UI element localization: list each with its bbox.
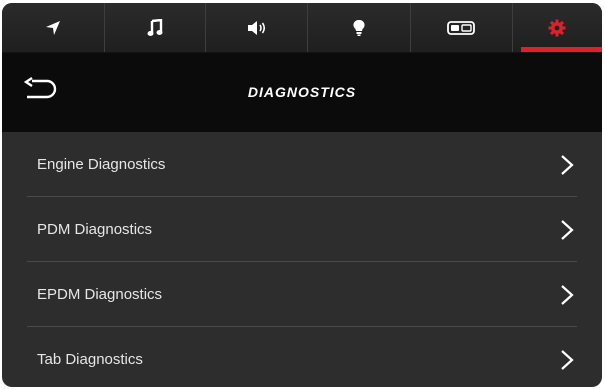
tab-music[interactable] xyxy=(105,3,207,52)
menu-item-engine-diagnostics[interactable]: Engine Diagnostics xyxy=(2,132,602,197)
menu-item-label: Tab Diagnostics xyxy=(37,351,143,368)
speaker-volume-icon xyxy=(245,16,269,40)
navigation-arrow-icon xyxy=(41,16,65,40)
page-title: DIAGNOSTICS xyxy=(247,84,357,100)
menu-item-pdm-diagnostics[interactable]: PDM Diagnostics xyxy=(2,197,602,262)
diagnostics-screen: DIAGNOSTICS Engine Diagnostics PDM Diagn… xyxy=(2,3,602,387)
tab-audio[interactable] xyxy=(206,3,309,52)
chevron-right-icon xyxy=(560,284,574,306)
tab-navigation[interactable] xyxy=(2,3,106,52)
tab-lights[interactable] xyxy=(308,3,411,52)
active-tab-indicator xyxy=(520,47,602,52)
menu-item-label: Engine Diagnostics xyxy=(37,156,166,173)
menu-item-label: PDM Diagnostics xyxy=(37,221,153,238)
menu-item-epdm-diagnostics[interactable]: EPDM Diagnostics xyxy=(2,262,602,327)
music-note-icon xyxy=(143,16,167,40)
menu-item-label: EPDM Diagnostics xyxy=(37,286,163,303)
toggle-switch-icon xyxy=(446,16,476,40)
page-header: DIAGNOSTICS xyxy=(2,53,602,132)
chevron-right-icon xyxy=(560,219,574,241)
tab-settings[interactable] xyxy=(513,3,602,52)
light-bulb-icon xyxy=(347,16,371,40)
chevron-right-icon xyxy=(560,154,574,176)
top-tab-bar xyxy=(2,3,602,53)
gear-icon xyxy=(545,16,569,40)
chevron-right-icon xyxy=(560,349,574,371)
tab-switches[interactable] xyxy=(411,3,513,52)
menu-item-tab-diagnostics[interactable]: Tab Diagnostics xyxy=(2,327,602,387)
diagnostics-menu: Engine Diagnostics PDM Diagnostics EPDM … xyxy=(2,132,602,387)
